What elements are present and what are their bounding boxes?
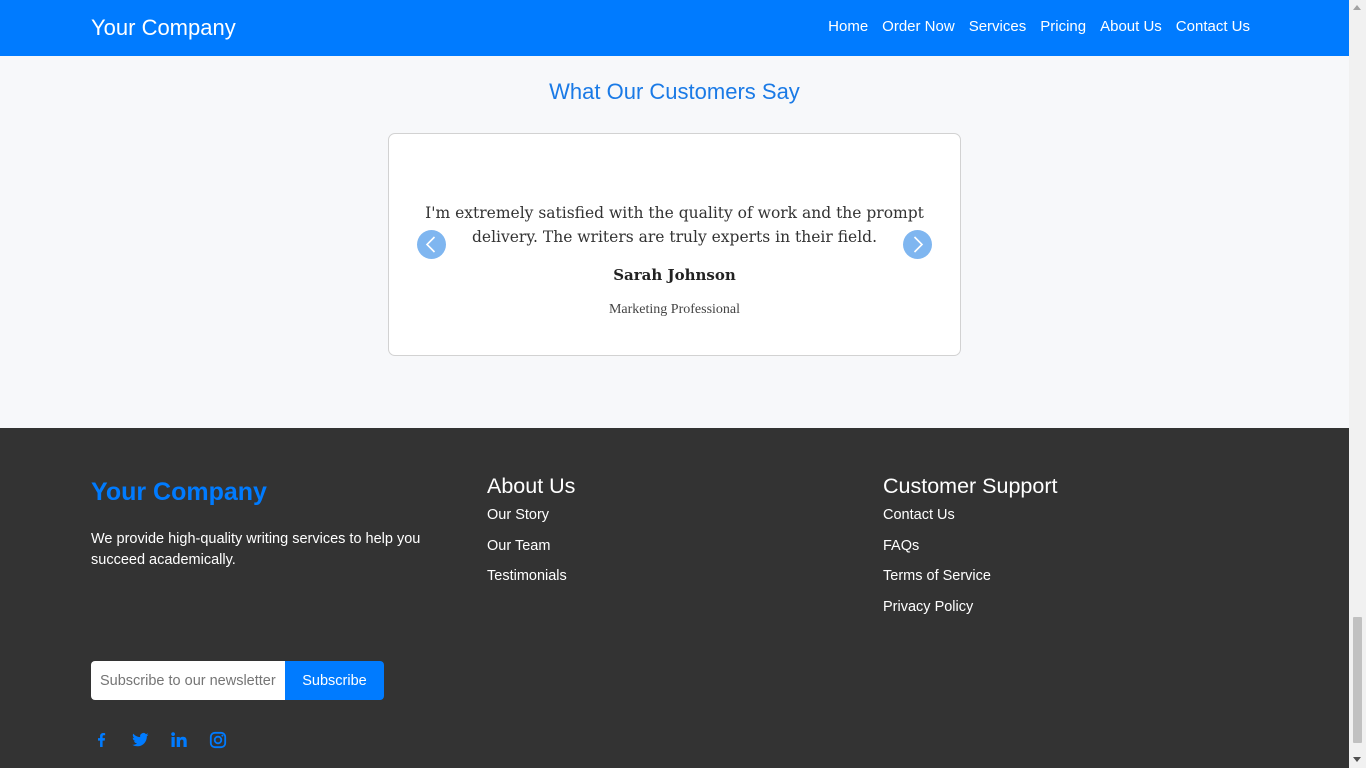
linkedin-icon[interactable] xyxy=(169,730,189,750)
navbar: Your Company Home Order Now Services Pri… xyxy=(0,0,1349,56)
footer-brand: Your Company xyxy=(91,478,267,506)
footer-link-testimonials[interactable]: Testimonials xyxy=(487,566,575,586)
footer-link-privacy[interactable]: Privacy Policy xyxy=(883,597,1057,617)
footer-link-terms[interactable]: Terms of Service xyxy=(883,566,1057,586)
social-links xyxy=(91,730,228,750)
footer-support-column: Customer Support Contact Us FAQs Terms o… xyxy=(883,473,1057,628)
footer-support-heading: Customer Support xyxy=(883,474,1058,498)
brand-logo[interactable]: Your Company xyxy=(91,14,236,42)
page-scrollbar[interactable] xyxy=(1349,0,1366,768)
subscribe-button[interactable]: Subscribe xyxy=(285,661,384,700)
testimonial-role: Marketing Professional xyxy=(608,302,741,317)
nav-order-now[interactable]: Order Now xyxy=(882,17,955,37)
nav-contact-us[interactable]: Contact Us xyxy=(1176,17,1250,37)
footer-link-faqs[interactable]: FAQs xyxy=(883,536,1057,556)
newsletter-form: Subscribe xyxy=(91,661,384,700)
nav-pricing[interactable]: Pricing xyxy=(1040,17,1086,37)
carousel-prev-button[interactable] xyxy=(417,230,446,259)
scroll-down-arrow-icon[interactable] xyxy=(1353,757,1361,762)
main-nav: Home Order Now Services Pricing About Us… xyxy=(828,17,1250,37)
footer-link-contact-us[interactable]: Contact Us xyxy=(883,505,1057,525)
nav-about-us[interactable]: About Us xyxy=(1100,17,1162,37)
footer-description: We provide high-quality writing services… xyxy=(91,531,421,568)
footer-about-column: About Us Our Story Our Team Testimonials xyxy=(487,473,575,597)
testimonials-title: What Our Customers Say xyxy=(549,79,800,104)
instagram-icon[interactable] xyxy=(208,730,228,750)
footer-link-our-team[interactable]: Our Team xyxy=(487,536,575,556)
scroll-thumb[interactable] xyxy=(1353,617,1362,743)
testimonial-author: Sarah Johnson xyxy=(613,266,736,284)
newsletter-email-input[interactable] xyxy=(91,661,285,700)
facebook-icon[interactable] xyxy=(91,730,111,750)
twitter-icon[interactable] xyxy=(130,730,150,750)
scroll-up-arrow-icon[interactable] xyxy=(1353,5,1361,10)
testimonial-quote: I'm extremely satisfied with the quality… xyxy=(425,204,924,246)
footer-about-heading: About Us xyxy=(487,474,576,498)
footer: Your Company We provide high-quality wri… xyxy=(0,428,1349,768)
nav-home[interactable]: Home xyxy=(828,17,868,37)
footer-link-our-story[interactable]: Our Story xyxy=(487,505,575,525)
carousel-next-button[interactable] xyxy=(903,230,932,259)
nav-services[interactable]: Services xyxy=(969,17,1027,37)
testimonial-card: I'm extremely satisfied with the quality… xyxy=(388,133,961,356)
